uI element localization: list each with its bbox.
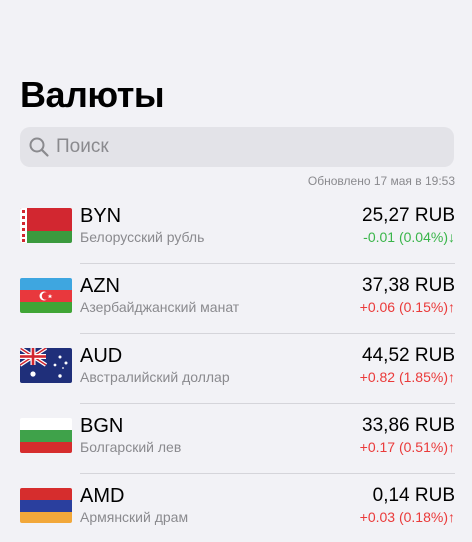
currency-row-bgn[interactable]: BGN Болгарский лев 33,86 RUB +0.17 (0.51…	[0, 404, 472, 474]
currency-name: Азербайджанский манат	[80, 299, 240, 315]
currency-name: Болгарский лев	[80, 439, 182, 455]
page-title: Валюты	[20, 74, 165, 115]
currency-row-aud[interactable]: AUD Австралийский доллар 44,52 RUB +0.82…	[0, 334, 472, 404]
currency-list: BYN Белорусский рубль 25,27 RUB -0.01 (0…	[0, 194, 472, 542]
currency-value: 25,27 RUB	[362, 205, 455, 226]
currency-value: 44,52 RUB	[362, 345, 455, 366]
azerbaijan-flag-icon	[20, 278, 72, 313]
updated-timestamp: Обновлено 17 мая в 19:53	[307, 174, 455, 188]
currency-name: Армянский драм	[80, 509, 189, 525]
currency-row-byn[interactable]: BYN Белорусский рубль 25,27 RUB -0.01 (0…	[0, 194, 472, 264]
currency-code: BYN	[80, 205, 122, 227]
currency-name: Австралийский доллар	[80, 369, 230, 385]
currency-change: +0.06 (0.15%)↑	[359, 299, 455, 315]
currency-value: 33,86 RUB	[362, 415, 455, 436]
search-icon	[28, 136, 50, 158]
armenia-flag-icon	[20, 488, 72, 523]
currency-value: 0,14 RUB	[372, 485, 455, 506]
currency-change: +0.82 (1.85%)↑	[359, 369, 455, 385]
currency-code: BGN	[80, 415, 124, 437]
search-field[interactable]: Поиск	[20, 127, 454, 167]
currency-code: AUD	[80, 345, 123, 367]
currency-name: Белорусский рубль	[80, 229, 205, 245]
bulgaria-flag-icon	[20, 418, 72, 453]
currency-code: AMD	[80, 485, 125, 507]
currency-row-amd[interactable]: AMD Армянский драм 0,14 RUB +0.03 (0.18%…	[0, 474, 472, 542]
australia-flag-icon	[20, 348, 72, 383]
search-placeholder: Поиск	[56, 136, 109, 157]
currencies-screen: Валюты Поиск Обновлено 17 мая в 19:53 BY…	[0, 0, 472, 542]
belarus-flag-icon	[20, 208, 72, 243]
currency-change: +0.03 (0.18%)↑	[359, 509, 455, 525]
currency-value: 37,38 RUB	[362, 275, 455, 296]
currency-row-azn[interactable]: AZN Азербайджанский манат 37,38 RUB +0.0…	[0, 264, 472, 334]
currency-code: AZN	[80, 275, 120, 297]
currency-change: -0.01 (0.04%)↓	[363, 229, 455, 245]
currency-change: +0.17 (0.51%)↑	[359, 439, 455, 455]
